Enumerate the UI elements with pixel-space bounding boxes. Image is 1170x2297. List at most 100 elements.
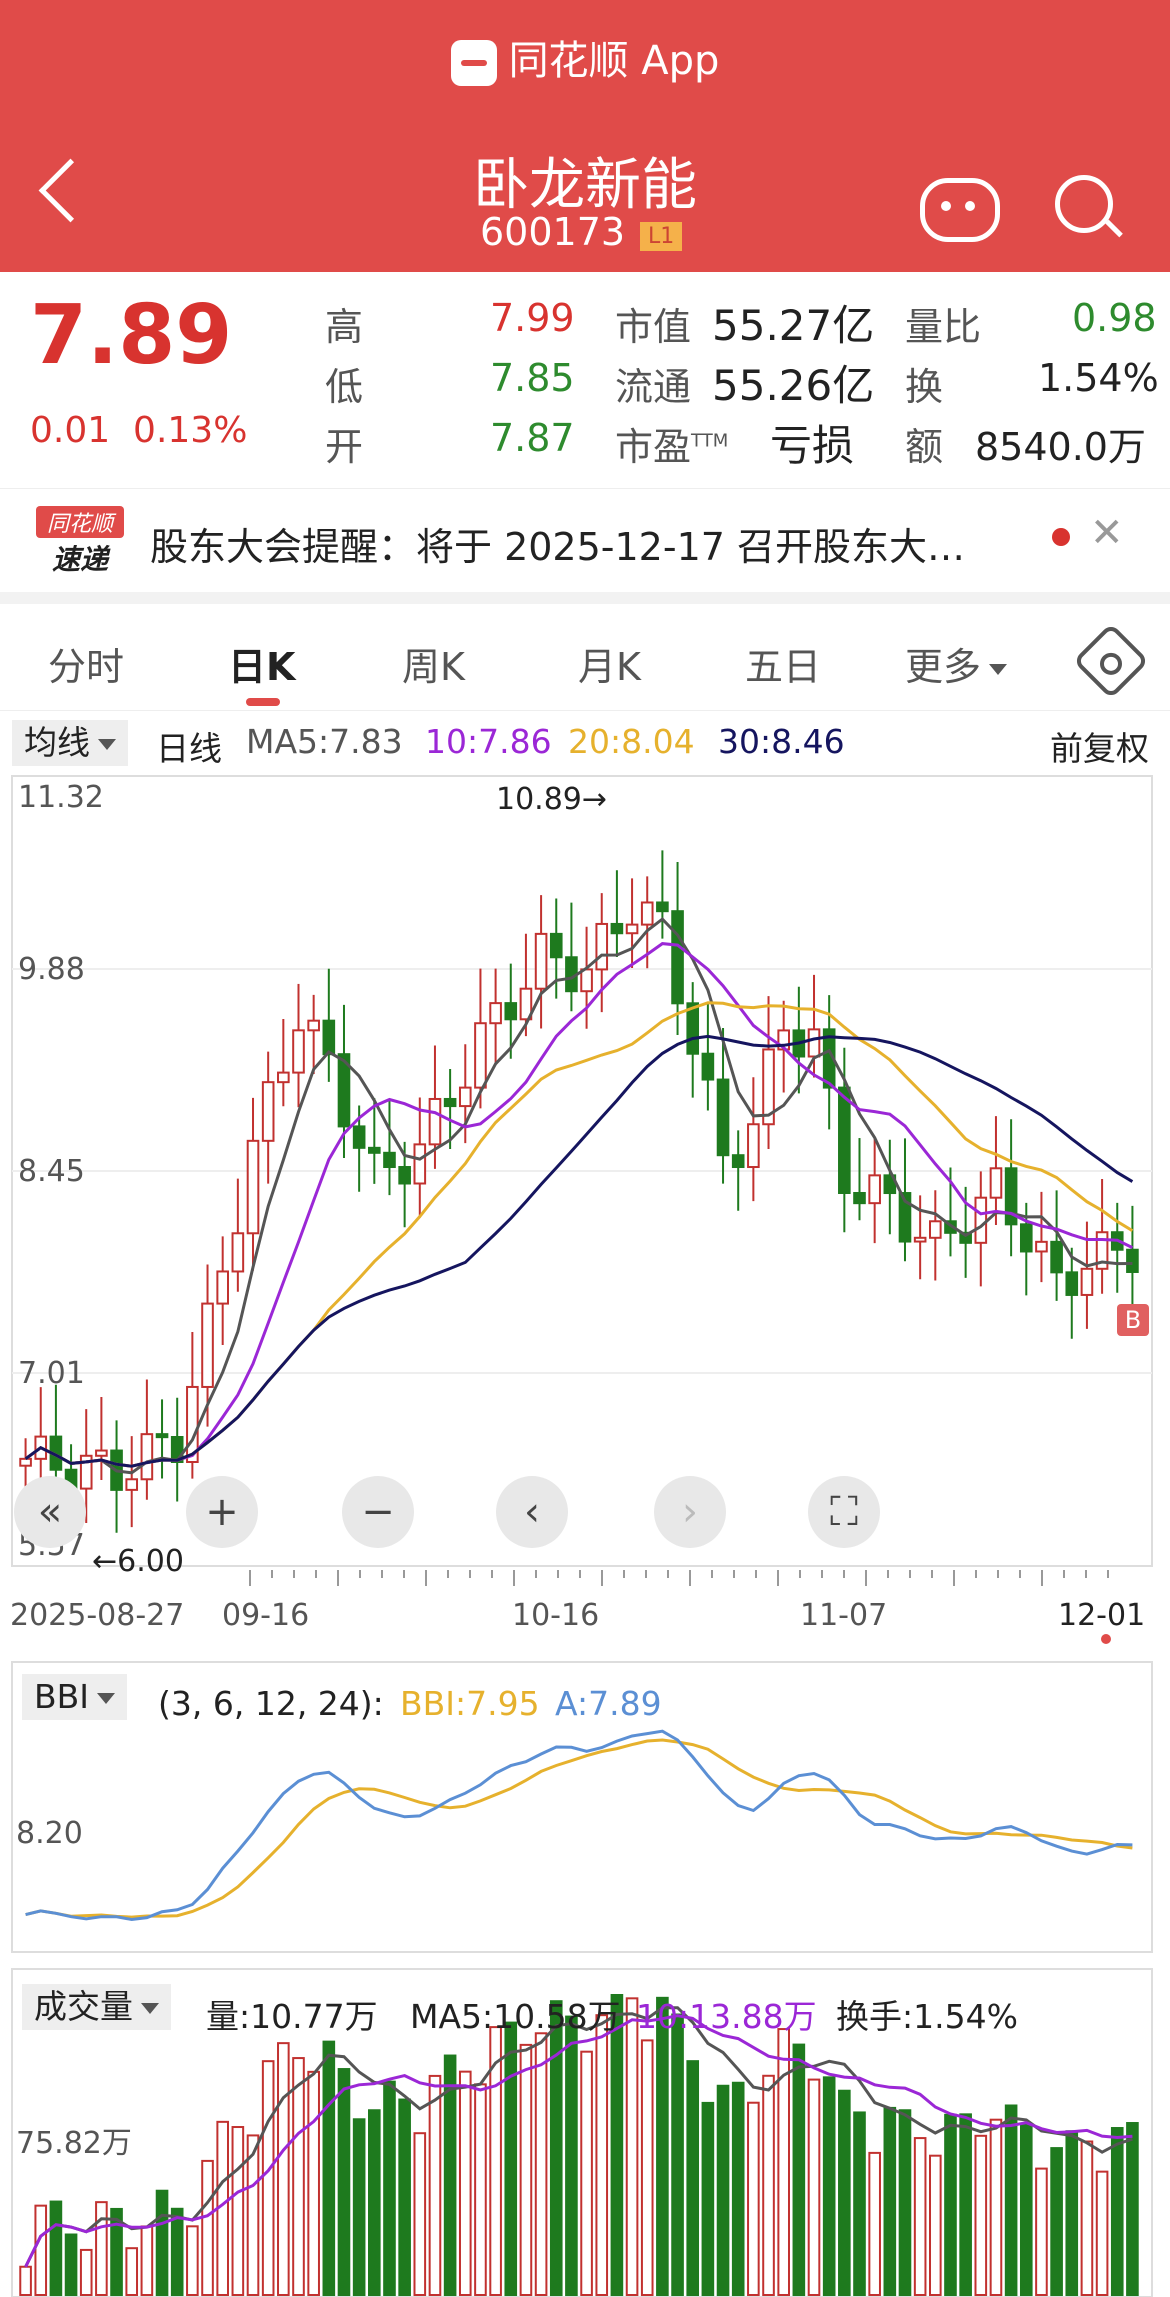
tab-daily-k[interactable]: 日K xyxy=(228,636,295,691)
volume-y-label: 75.82万 xyxy=(16,2126,132,2161)
robot-assistant-icon[interactable] xyxy=(920,178,1000,242)
volume-bar xyxy=(868,2151,881,2296)
volume-bar xyxy=(1080,2140,1094,2296)
volume-bar xyxy=(731,2081,745,2296)
double-chevron-left-icon: « xyxy=(37,1489,63,1535)
volume-bar xyxy=(686,2060,700,2296)
app-logo-icon xyxy=(450,40,497,86)
candle-body xyxy=(19,1457,32,1467)
adjust-mode[interactable]: 前复权 xyxy=(1050,722,1149,770)
candle-body xyxy=(989,1167,1003,1199)
candle-body xyxy=(201,1302,214,1388)
ma20-value: 20:8.04 xyxy=(568,722,695,761)
candle-body xyxy=(640,901,654,926)
candle-body xyxy=(413,1143,427,1185)
candle-body xyxy=(610,922,624,935)
candle-body xyxy=(246,1139,260,1235)
volume-dropdown[interactable]: 成交量 xyxy=(22,1984,171,2030)
value-low: 7.85 xyxy=(490,356,575,400)
plus-icon: + xyxy=(205,1489,239,1535)
scroll-left-button[interactable]: ‹ xyxy=(496,1476,568,1548)
volume-bar xyxy=(671,2013,684,2297)
bbi-label: BBI xyxy=(34,1677,90,1716)
label-mktcap: 市值 xyxy=(615,305,692,349)
candle-body xyxy=(383,1151,396,1169)
bbi-value: BBI:7.95 xyxy=(400,1684,540,1723)
divider xyxy=(0,592,1170,604)
volume-bar xyxy=(944,2113,957,2296)
candle-body xyxy=(261,1081,275,1142)
notice-text[interactable]: 股东大会提醒：将于 2025-12-17 召开股东大… xyxy=(150,516,965,571)
value-mktcap: 55.27亿 xyxy=(712,301,875,350)
fullscreen-button[interactable]: ⛶ xyxy=(808,1476,880,1548)
bbi-y-label: 8.20 xyxy=(16,1816,83,1851)
y-label-0: 11.32 xyxy=(18,780,104,815)
tab-more[interactable]: 更多 xyxy=(905,636,1008,691)
pe-label-text: 市盈 xyxy=(615,425,692,469)
volume-bar xyxy=(140,2225,154,2296)
current-dot xyxy=(1101,1634,1111,1644)
volume-bar xyxy=(277,2042,290,2296)
candle-body xyxy=(1126,1248,1139,1273)
label-open: 开 xyxy=(325,425,364,469)
indicator-label: 均线 xyxy=(24,723,90,762)
value-float: 55.26亿 xyxy=(712,361,875,410)
indicator-dropdown[interactable]: 均线 xyxy=(12,720,128,766)
bbi-dropdown[interactable]: BBI xyxy=(22,1674,128,1720)
scroll-right-button[interactable]: › xyxy=(654,1476,726,1548)
change-value: 0.01 xyxy=(30,410,111,451)
candle-body xyxy=(868,1174,881,1205)
tab-weekly-k[interactable]: 周K xyxy=(402,636,465,691)
volume-bar xyxy=(292,2057,305,2296)
volume-bar xyxy=(656,1996,669,2296)
volume-bar xyxy=(640,2039,654,2296)
candle-body xyxy=(534,932,548,990)
candle-body xyxy=(368,1146,381,1154)
volume-bar xyxy=(307,2070,320,2297)
candle-body xyxy=(853,1191,866,1205)
candle-body xyxy=(231,1232,245,1273)
chevron-down-icon xyxy=(97,1693,116,1704)
volume-bar xyxy=(413,2132,427,2296)
period-tabs: 分时 日K 周K 月K 五日 更多 xyxy=(0,604,1170,711)
value-pe: 亏损 xyxy=(770,421,855,470)
volume-bar xyxy=(19,2265,32,2296)
close-icon[interactable]: ✕ xyxy=(1090,510,1124,556)
candle-body xyxy=(443,1097,457,1108)
candle-body xyxy=(807,1028,821,1058)
volume-bar xyxy=(474,2083,487,2297)
candle-body xyxy=(929,1220,942,1239)
stock-code: 600173 xyxy=(480,210,626,254)
volume-bar xyxy=(49,2200,63,2297)
tab-monthly-k[interactable]: 月K xyxy=(578,636,641,691)
period-label: 日线 xyxy=(156,729,222,768)
label-amount: 额 xyxy=(905,425,944,469)
candle-body xyxy=(731,1154,745,1169)
candle-body xyxy=(1050,1240,1063,1274)
candle-body xyxy=(913,1236,927,1243)
tab-active-indicator xyxy=(246,698,280,706)
zoom-in-button[interactable]: + xyxy=(186,1476,258,1548)
minus-icon: − xyxy=(361,1489,395,1535)
candle-body xyxy=(352,1125,366,1149)
zoom-out-button[interactable]: − xyxy=(342,1476,414,1548)
volume-bar xyxy=(701,2101,715,2296)
tab-intraday[interactable]: 分时 xyxy=(48,636,124,691)
candle-body xyxy=(458,1086,472,1108)
chevron-down-icon xyxy=(989,664,1008,675)
search-icon[interactable] xyxy=(1055,175,1113,233)
tab-more-label: 更多 xyxy=(905,645,982,689)
candle-body xyxy=(277,1071,290,1084)
volume-bar xyxy=(1019,2123,1033,2296)
volume-bar xyxy=(352,2118,366,2296)
volume-bar xyxy=(595,2014,609,2296)
bbi-params: (3, 6, 12, 24): xyxy=(158,1684,384,1723)
rewind-button[interactable]: « xyxy=(14,1476,86,1548)
volume-bar xyxy=(368,2109,381,2296)
x-label-2: 10-16 xyxy=(512,1598,600,1633)
y-label-1: 9.88 xyxy=(18,952,85,987)
volume-bar xyxy=(1126,2122,1139,2296)
volume-bar xyxy=(974,2134,988,2296)
tab-five-day[interactable]: 五日 xyxy=(745,636,821,691)
candle-body xyxy=(974,1196,988,1244)
